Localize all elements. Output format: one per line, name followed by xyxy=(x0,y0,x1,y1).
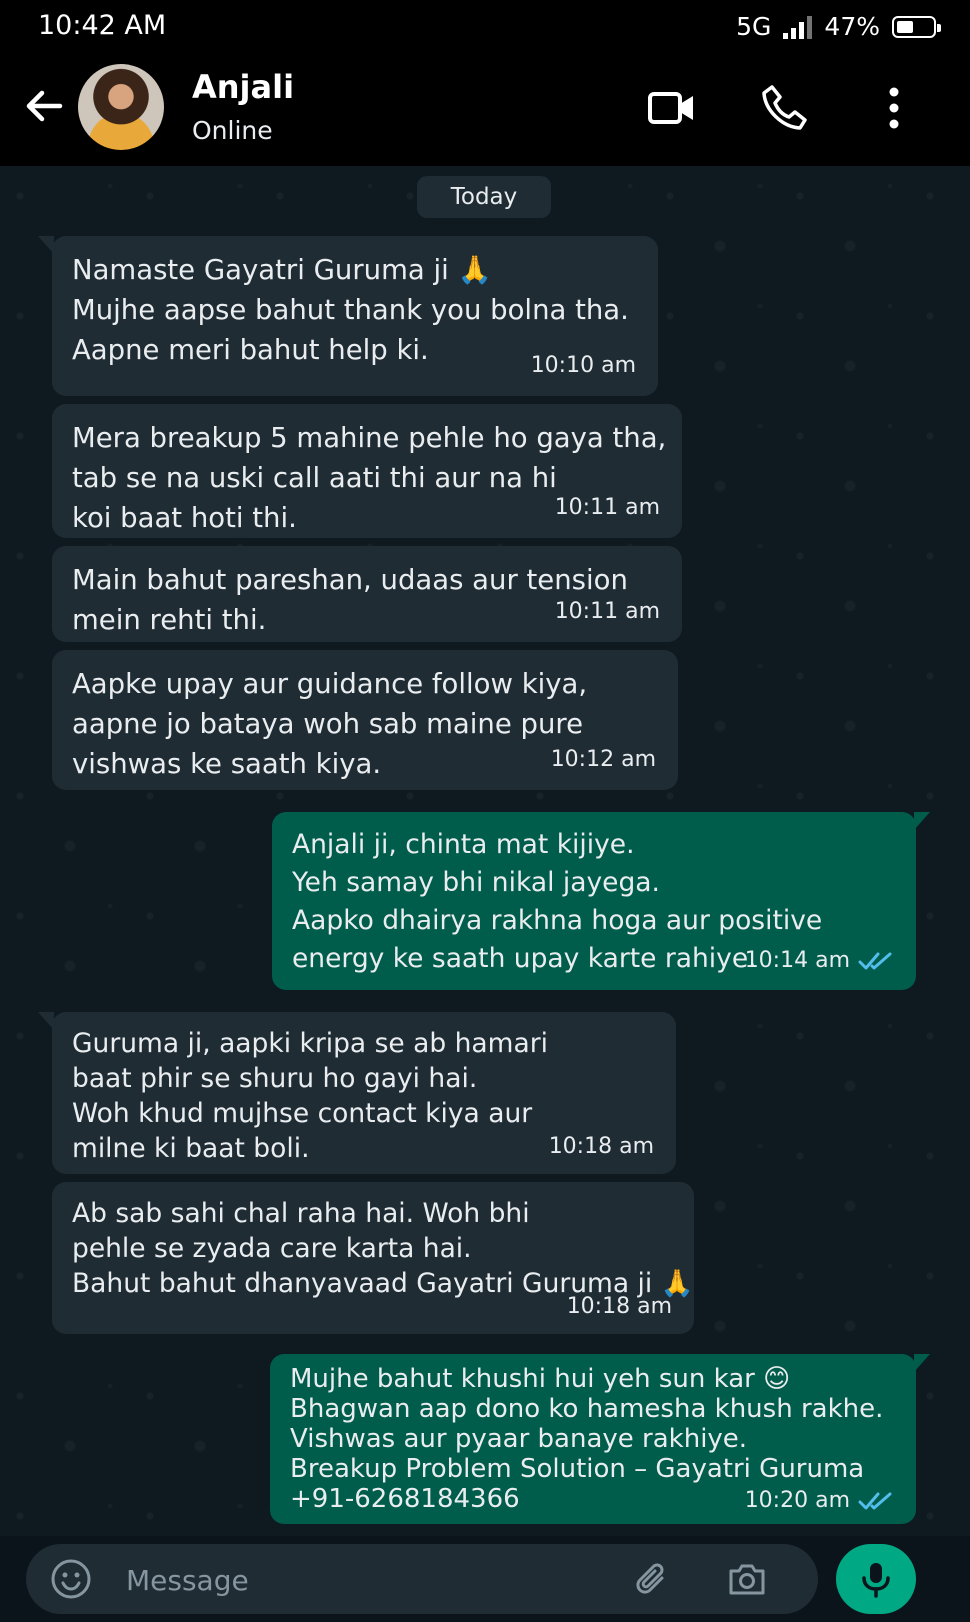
message-line: Breakup Problem Solution – Gayatri Gurum… xyxy=(290,1454,865,1484)
contact-status: Online xyxy=(192,116,273,145)
message-outgoing[interactable]: Anjali ji, chinta mat kijiye. Yeh samay … xyxy=(272,812,930,990)
message-time: 10:11 am xyxy=(554,495,660,520)
message-time: 10:20 am xyxy=(744,1488,850,1513)
message-incoming[interactable]: Namaste Gayatri Guruma ji 🙏 Mujhe aapse … xyxy=(38,236,658,396)
microphone-button[interactable] xyxy=(836,1544,916,1614)
message-line: baat phir se shuru ho gayi hai. xyxy=(72,1063,478,1094)
message-time: 10:11 am xyxy=(554,599,660,624)
battery-icon xyxy=(892,15,941,38)
message-line: Ab sab sahi chal raha hai. Woh bhi xyxy=(72,1198,530,1229)
message-incoming[interactable]: Ab sab sahi chal raha hai. Woh bhi pehle… xyxy=(52,1182,694,1334)
network-type: 5G xyxy=(736,12,772,41)
message-line: Mera breakup 5 mahine pehle ho gaya tha, xyxy=(72,422,667,454)
message-composer xyxy=(26,1544,818,1614)
video-call-icon[interactable] xyxy=(646,82,698,134)
message-incoming[interactable]: Main bahut pareshan, udaas aur tension m… xyxy=(52,546,682,642)
microphone-icon xyxy=(862,1563,890,1598)
message-time: 10:18 am xyxy=(548,1134,654,1159)
message-line: Mujhe aapse bahut thank you bolna tha. xyxy=(72,294,629,326)
message-line: Woh khud mujhse contact kiya aur xyxy=(72,1098,533,1129)
signal-icon xyxy=(783,15,813,39)
message-line: pehle se zyada care karta hai. xyxy=(72,1233,472,1264)
phone-call-icon[interactable] xyxy=(758,82,810,134)
message-time: 10:10 am xyxy=(530,353,636,378)
message-line: Namaste Gayatri Guruma ji 🙏 xyxy=(72,254,492,286)
camera-icon[interactable] xyxy=(726,1558,768,1600)
message-incoming[interactable]: Guruma ji, aapki kripa se ab hamari baat… xyxy=(38,1012,676,1174)
message-line: Mujhe bahut khushi hui yeh sun kar 😊 xyxy=(290,1364,791,1394)
contact-name[interactable]: Anjali xyxy=(192,68,294,106)
message-line: Vishwas aur pyaar banaye rakhiye. xyxy=(290,1424,748,1454)
message-time: 10:12 am xyxy=(550,747,656,772)
battery-percent: 47% xyxy=(824,12,880,41)
more-vertical-icon[interactable] xyxy=(868,82,920,134)
message-input[interactable] xyxy=(124,1552,598,1608)
message-line: Guruma ji, aapki kripa se ab hamari xyxy=(72,1028,548,1059)
chat-area[interactable]: Today Namaste Gayatri Guruma ji 🙏 Mujhe … xyxy=(0,166,970,1536)
message-line: Aapke upay aur guidance follow kiya, xyxy=(72,668,588,700)
paperclip-icon[interactable] xyxy=(632,1558,674,1600)
date-chip: Today xyxy=(417,176,551,218)
message-line: aapne jo bataya woh sab maine pure xyxy=(72,708,584,740)
status-right: 5G 47% xyxy=(736,12,941,41)
double-check-icon xyxy=(858,1492,892,1510)
chat-header: Anjali Online xyxy=(0,54,970,166)
message-incoming[interactable]: Mera breakup 5 mahine pehle ho gaya tha,… xyxy=(52,404,682,538)
emoji-icon[interactable] xyxy=(50,1558,92,1600)
back-arrow-icon[interactable] xyxy=(20,82,68,130)
message-time: 10:18 am xyxy=(566,1294,672,1319)
status-time: 10:42 AM xyxy=(38,10,167,41)
message-line: Aapko dhairya rakhna hoga aur positive xyxy=(292,905,823,936)
message-time: 10:14 am xyxy=(744,948,850,973)
message-line: Bhagwan aap dono ko hamesha khush rakhe. xyxy=(290,1394,884,1424)
message-line: Anjali ji, chinta mat kijiye. xyxy=(292,829,635,860)
message-line: Yeh samay bhi nikal jayega. xyxy=(292,867,660,898)
double-check-icon xyxy=(858,952,892,970)
message-outgoing[interactable]: Mujhe bahut khushi hui yeh sun kar 😊 Bha… xyxy=(270,1354,930,1524)
avatar[interactable] xyxy=(78,64,164,150)
message-incoming[interactable]: Aapke upay aur guidance follow kiya, aap… xyxy=(52,650,678,790)
status-bar: 10:42 AM 5G 47% xyxy=(0,0,970,54)
